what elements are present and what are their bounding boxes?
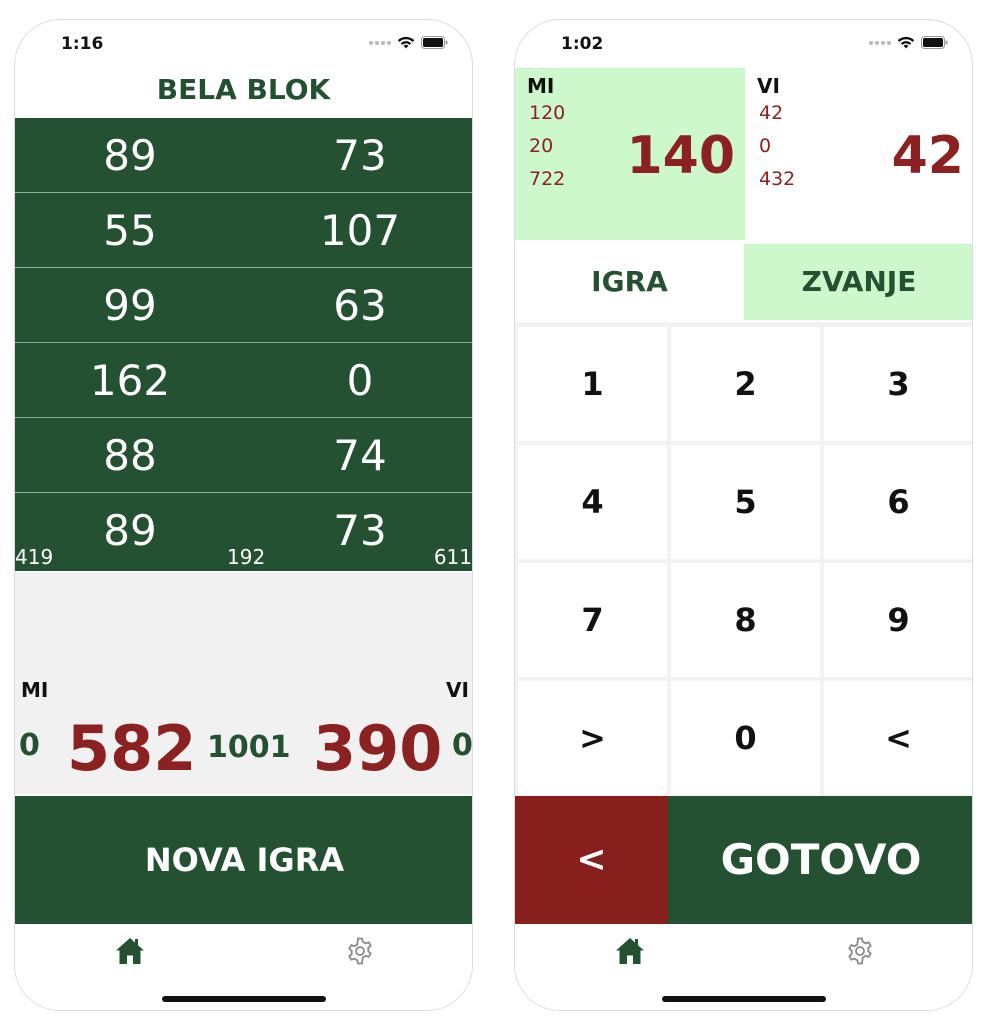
- done-button[interactable]: GOTOVO: [668, 796, 972, 924]
- score-row[interactable]: 89 73: [15, 118, 472, 193]
- back-button[interactable]: <: [515, 796, 668, 924]
- key-next[interactable]: >: [518, 681, 667, 795]
- key-1[interactable]: 1: [518, 327, 667, 441]
- signal-icon: [369, 40, 391, 45]
- row-mi-value: 88: [103, 431, 157, 480]
- row-vi-value: 73: [333, 131, 387, 180]
- subtotal-right: 611: [433, 545, 472, 569]
- score-row[interactable]: 162 0: [15, 343, 472, 418]
- wifi-icon: [897, 36, 915, 49]
- tab-bar: [15, 924, 472, 1010]
- score-row[interactable]: 55 107: [15, 193, 472, 268]
- key-5[interactable]: 5: [671, 445, 820, 559]
- vi-label: VI: [757, 74, 780, 98]
- row-mi-value: 89: [103, 506, 157, 555]
- row-mi-value: 55: [103, 206, 157, 255]
- battery-icon: [421, 36, 448, 49]
- mi-line-value: 20: [529, 135, 554, 157]
- subtotal-middle: 192: [227, 545, 266, 569]
- new-game-button[interactable]: NOVA IGRA: [15, 796, 472, 924]
- row-mi-value: 89: [103, 131, 157, 180]
- row-mi-value: 99: [103, 281, 157, 330]
- status-icons: [369, 36, 448, 49]
- subtotal-left: 419: [15, 545, 54, 569]
- row-vi-value: 63: [333, 281, 387, 330]
- phone-screen-score-list: 1:16 BELA BLOK 89 73 55 107 99 63 162 0 …: [14, 19, 473, 1011]
- mi-wins: 0: [19, 728, 40, 763]
- vi-total-score: 390: [313, 712, 443, 785]
- team-label-mi: MI: [21, 678, 49, 702]
- status-icons: [869, 36, 948, 49]
- score-row[interactable]: 89 73 419 192 611: [15, 493, 472, 571]
- key-0[interactable]: 0: [671, 681, 820, 795]
- home-icon[interactable]: [115, 936, 145, 966]
- home-indicator: [162, 996, 326, 1002]
- status-time: 1:16: [61, 34, 104, 54]
- key-8[interactable]: 8: [671, 563, 820, 677]
- score-rows: 89 73 55 107 99 63 162 0 88 74 89 73 419…: [15, 118, 472, 571]
- key-7[interactable]: 7: [518, 563, 667, 677]
- score-row[interactable]: 88 74: [15, 418, 472, 493]
- mi-round-total: 140: [626, 126, 735, 186]
- vi-line-value: 0: [759, 135, 772, 157]
- status-bar: 1:16: [15, 20, 472, 68]
- row-vi-value: 0: [346, 356, 374, 405]
- key-6[interactable]: 6: [824, 445, 972, 559]
- mi-label: MI: [527, 74, 555, 98]
- vi-line-value: 432: [759, 168, 796, 190]
- row-mi-value: 162: [89, 356, 171, 405]
- mi-total-score: 582: [67, 712, 197, 785]
- team-label-vi: VI: [446, 678, 469, 702]
- row-vi-value: 74: [333, 431, 387, 480]
- gear-icon[interactable]: [345, 936, 375, 966]
- key-3[interactable]: 3: [824, 327, 972, 441]
- home-indicator: [662, 996, 826, 1002]
- row-vi-value: 107: [319, 206, 401, 255]
- totals-line: 0 582 1001 390 0: [15, 712, 473, 785]
- tab-zvanje[interactable]: ZVANJE: [744, 244, 972, 320]
- status-bar: 1:02: [515, 20, 972, 68]
- wifi-icon: [397, 36, 415, 49]
- key-delete[interactable]: <: [824, 681, 972, 795]
- app-title: BELA BLOK: [156, 73, 331, 106]
- vi-wins: 0: [452, 728, 473, 763]
- row-vi-value: 73: [333, 506, 387, 555]
- key-9[interactable]: 9: [824, 563, 972, 677]
- tab-bar: [515, 924, 972, 1010]
- key-4[interactable]: 4: [518, 445, 667, 559]
- vi-round-total: 42: [891, 126, 964, 186]
- key-2[interactable]: 2: [671, 327, 820, 441]
- vi-score-panel[interactable]: VI 42 0 432 42: [745, 68, 972, 240]
- phone-screen-entry: 1:02 MI 120 20 722 140 VI 42 0 432 42 IG…: [514, 19, 973, 1011]
- vi-line-value: 42: [759, 102, 784, 124]
- signal-icon: [869, 40, 891, 45]
- target-score: 1001: [207, 730, 291, 765]
- tab-igra[interactable]: IGRA: [515, 244, 744, 320]
- mi-score-panel[interactable]: MI 120 20 722 140: [515, 68, 745, 240]
- home-icon[interactable]: [615, 936, 645, 966]
- battery-icon: [921, 36, 948, 49]
- gear-icon[interactable]: [845, 936, 875, 966]
- mi-line-value: 722: [529, 168, 566, 190]
- score-row[interactable]: 99 63: [15, 268, 472, 343]
- number-keypad: 1 2 3 4 5 6 7 8 9 > 0 <: [515, 322, 972, 796]
- status-time: 1:02: [561, 34, 604, 54]
- mi-line-value: 120: [529, 102, 566, 124]
